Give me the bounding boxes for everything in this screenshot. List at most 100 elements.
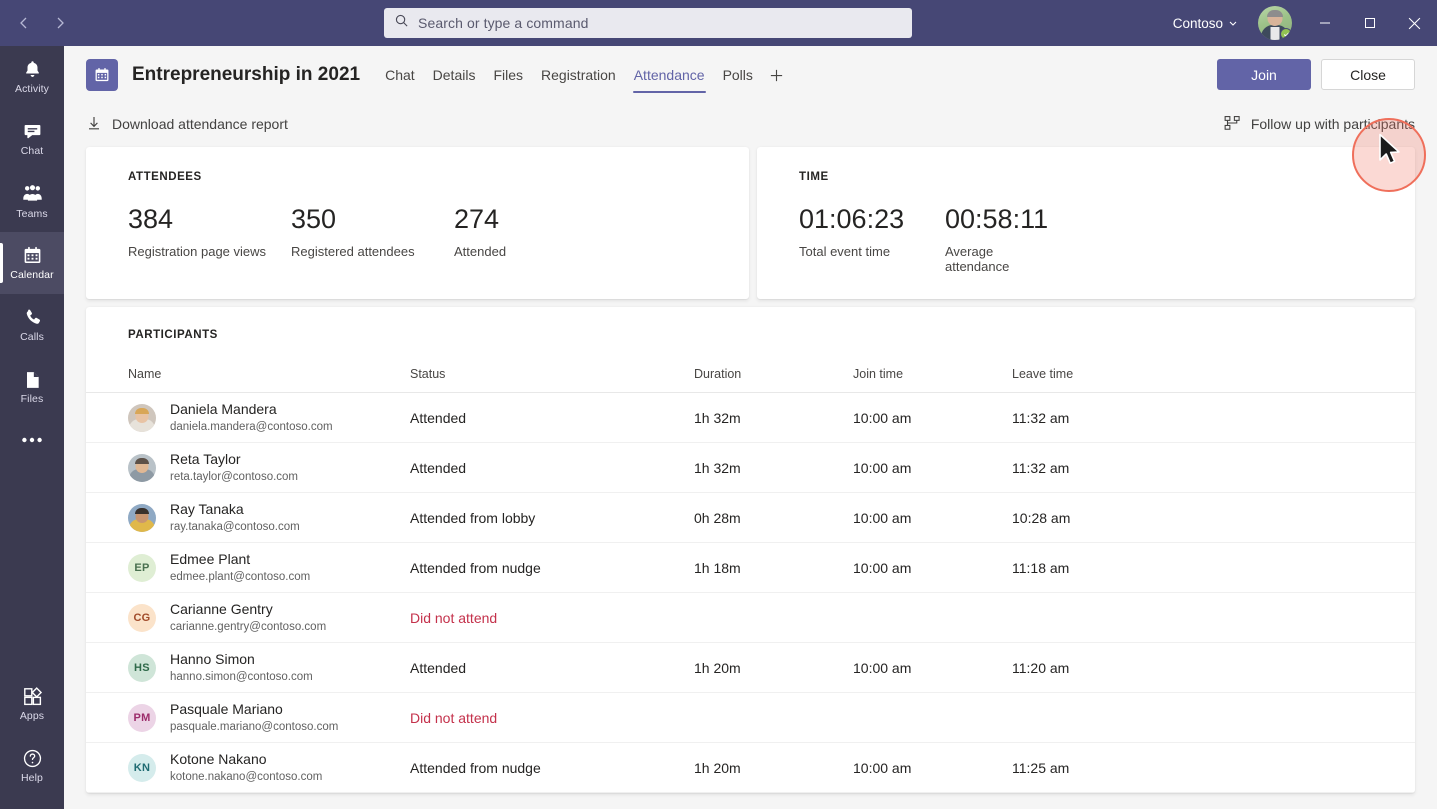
participant-leave-time: 11:25 am [1012,760,1172,776]
column-header-join-time: Join time [853,367,1012,381]
sidebar-item-teams[interactable]: Teams [0,170,64,232]
avatar-photo [128,504,156,532]
org-switcher[interactable]: Contoso [1167,16,1244,31]
participant-email: daniela.mandera@contoso.com [170,420,333,434]
column-header-status: Status [410,367,694,381]
forward-icon[interactable] [44,7,76,39]
avatar-initials: KN [128,754,156,782]
stat-registration-page-views: 384 Registration page views [128,206,291,259]
search-placeholder: Search or type a command [418,15,588,31]
sidebar-item-help[interactable]: Help [0,735,64,797]
sidebar-item-chat[interactable]: Chat [0,108,64,170]
stat-attended: 274 Attended [454,206,617,259]
tab-attendance[interactable]: Attendance [625,46,714,104]
participant-identity: Carianne Gentrycarianne.gentry@contoso.c… [170,601,326,634]
stat-registered-attendees: 350 Registered attendees [291,206,454,259]
presence-available-icon [1280,28,1292,40]
participants-rows: Daniela Manderadaniela.mandera@contoso.c… [86,393,1415,793]
join-button[interactable]: Join [1217,59,1311,90]
avatar-initials: CG [128,604,156,632]
follow-up-with-participants-button[interactable]: Follow up with participants [1224,110,1415,138]
stat-total-event-time: 01:06:23 Total event time [799,206,945,274]
apps-icon [22,686,43,707]
participant-name: Hanno Simon [170,651,313,669]
participant-name-cell: PMPasquale Marianopasquale.mariano@conto… [128,701,410,734]
participant-name: Kotone Nakano [170,751,322,769]
calendar-icon [86,59,118,91]
download-attendance-report-button[interactable]: Download attendance report [86,110,288,138]
participant-join-time: 10:00 am [853,560,1012,576]
avatar-shirt [1271,27,1280,40]
sidebar-item-more[interactable] [0,418,64,462]
page-title: Entrepreneurship in 2021 [132,64,360,86]
participant-status: Attended from lobby [410,510,694,526]
stat-value: 350 [291,206,454,233]
tab-files[interactable]: Files [484,46,532,104]
avatar[interactable] [1258,6,1292,40]
participant-leave-time: 11:32 am [1012,410,1172,426]
add-tab-button[interactable] [762,46,792,104]
header-actions: Join Close [1217,59,1415,90]
avatar-photo [128,404,156,432]
participant-duration: 0h 28m [694,510,853,526]
download-icon [86,115,102,134]
ellipsis-icon [21,436,43,444]
sidebar-item-activity[interactable]: Activity [0,46,64,108]
participant-duration: 1h 32m [694,460,853,476]
participant-status: Attended [410,660,694,676]
sidebar-item-apps[interactable]: Apps [0,673,64,735]
tab-details[interactable]: Details [424,46,485,104]
attendees-card: ATTENDEES 384 Registration page views 35… [86,147,749,299]
table-row[interactable]: Daniela Manderadaniela.mandera@contoso.c… [86,393,1415,443]
stat-caption: Average attendance [945,244,1040,274]
table-row[interactable]: EP Edmee Plantedmee.plant@contoso.com Atte… [86,543,1415,593]
search-input[interactable]: Search or type a command [384,8,912,38]
calendar-icon [22,245,43,266]
minimize-button[interactable] [1302,0,1347,46]
tab-chat[interactable]: Chat [376,46,424,104]
attendees-card-heading: ATTENDEES [86,147,749,183]
table-row[interactable]: PMPasquale Marianopasquale.mariano@conto… [86,693,1415,743]
participant-join-time: 10:00 am [853,410,1012,426]
window-controls [1302,0,1437,46]
participant-name: Daniela Mandera [170,401,333,419]
maximize-button[interactable] [1347,0,1392,46]
participant-duration: 1h 20m [694,760,853,776]
participant-email: edmee.plant@contoso.com [170,570,310,584]
close-window-button[interactable] [1392,0,1437,46]
table-row[interactable]: KNKotone Nakanokotone.nakano@contoso.com… [86,743,1415,793]
table-row[interactable]: Reta Taylorreta.taylor@contoso.comAttend… [86,443,1415,493]
participant-identity: Edmee Plantedmee.plant@contoso.com [170,551,310,584]
followup-container: Follow up with participants [1224,110,1415,138]
title-bar: Search or type a command Contoso [0,0,1437,46]
stat-value: 01:06:23 [799,206,945,233]
sidebar-item-calendar[interactable]: Calendar [0,232,64,294]
summary-cards: ATTENDEES 384 Registration page views 35… [64,147,1437,299]
column-header-name: Name [128,367,410,381]
table-row[interactable]: Ray Tanakaray.tanaka@contoso.com Attended… [86,493,1415,543]
sidebar-item-calls[interactable]: Calls [0,294,64,356]
close-button[interactable]: Close [1321,59,1415,90]
tab-polls[interactable]: Polls [714,46,762,104]
participant-name-cell: Reta Taylorreta.taylor@contoso.com [128,451,410,484]
participant-status: Attended from nudge [410,560,694,576]
participant-status: Did not attend [410,710,694,726]
table-row[interactable]: HSHanno Simonhanno.simon@contoso.comAtte… [86,643,1415,693]
participant-name: Carianne Gentry [170,601,326,619]
time-stats: 01:06:23 Total event time 00:58:11 Avera… [757,206,1415,274]
file-icon [22,370,42,390]
navigation-arrows [8,7,76,39]
table-row[interactable]: CG Carianne Gentrycarianne.gentry@contoso… [86,593,1415,643]
back-icon[interactable] [8,7,40,39]
stat-caption: Registration page views [128,244,291,259]
participant-identity: Ray Tanakaray.tanaka@contoso.com [170,501,300,534]
sidebar-item-files[interactable]: Files [0,356,64,418]
teams-icon [21,182,44,205]
help-icon [22,748,43,769]
avatar-initials: EP [128,554,156,582]
tab-registration[interactable]: Registration [532,46,625,104]
avatar-photo [128,454,156,482]
chevron-down-icon [1228,16,1238,31]
participant-email: pasquale.mariano@contoso.com [170,720,338,734]
stat-caption: Attended [454,244,617,259]
